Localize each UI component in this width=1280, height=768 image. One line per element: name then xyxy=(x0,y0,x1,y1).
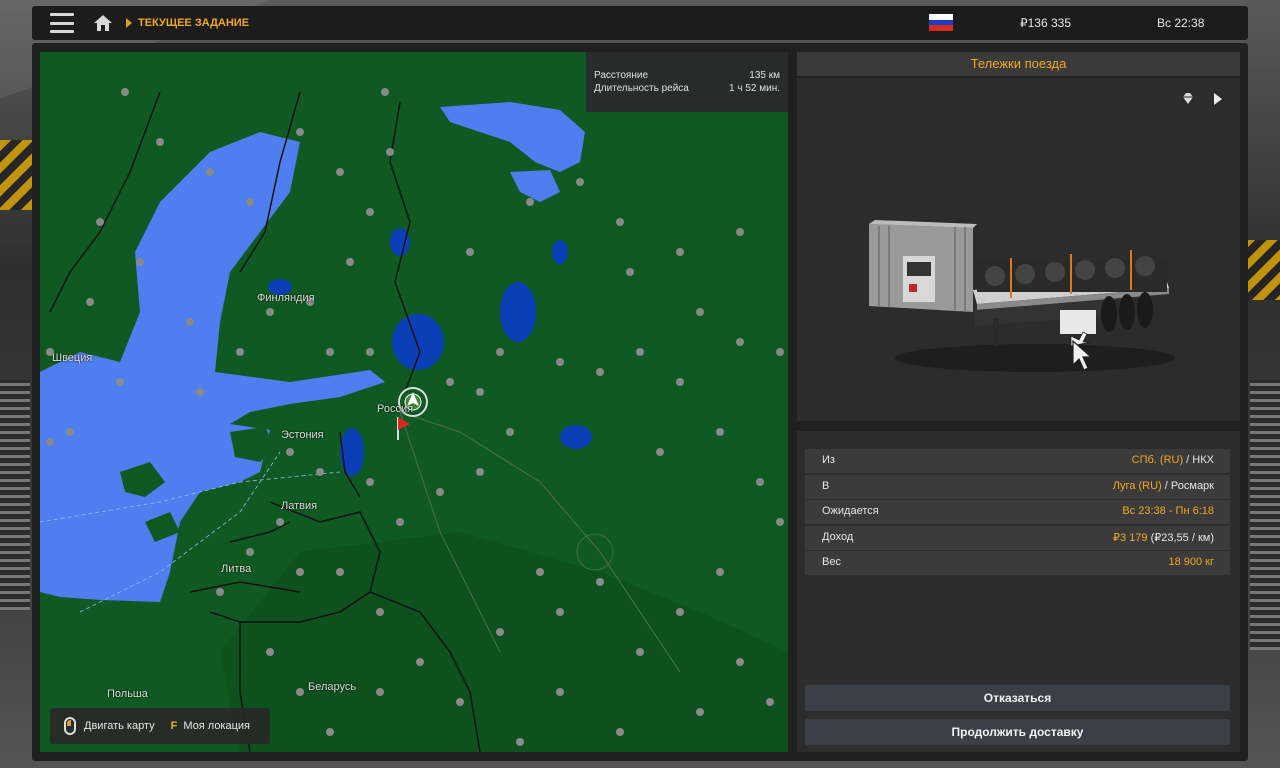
lake-ladoga xyxy=(392,314,444,370)
from-city: СПб. (RU) xyxy=(1131,454,1184,466)
from-label: Из xyxy=(822,454,835,466)
white-sea xyxy=(440,102,585,172)
breadcrumb: ТЕКУЩЕЕ ЗАДАНИЕ xyxy=(138,17,250,29)
route-map[interactable]: Финляндия Швеция Россия Эстония Латвия Л… xyxy=(40,52,788,752)
hazard-stripe-right xyxy=(1244,240,1280,300)
continue-delivery-button[interactable]: Продолжить доставку xyxy=(805,719,1230,745)
from-separator: / xyxy=(1183,454,1193,466)
play-arrow-icon[interactable] xyxy=(1213,92,1223,106)
income-amount: ₽3 179 xyxy=(1113,532,1148,544)
map-graphic xyxy=(40,88,788,752)
floor-grate-right xyxy=(1250,380,1280,650)
label-sweden: Швеция xyxy=(52,352,93,364)
trailer-image xyxy=(869,220,1175,372)
label-russia: Россия xyxy=(377,403,414,415)
detail-row-from: Из СПб. (RU) / НКХ xyxy=(805,449,1230,473)
from-value: СПб. (RU) / НКХ xyxy=(1132,454,1214,466)
my-location-button[interactable]: Моя локация xyxy=(183,720,250,732)
label-finland: Финляндия xyxy=(257,292,315,304)
mouse-cursor-icon xyxy=(1072,339,1093,371)
income-value: ₽3 179 (₽23,55 / км) xyxy=(1113,531,1214,544)
duration-value: 1 ч 52 мин. xyxy=(729,83,780,94)
floor-grate-left xyxy=(0,380,30,610)
to-label: В xyxy=(822,480,830,492)
to-company: Росмарк xyxy=(1170,480,1214,492)
to-separator: / xyxy=(1161,480,1171,492)
expected-label: Ожидается xyxy=(822,505,879,517)
map-controls-legend: Двигать карту F Моя локация xyxy=(50,708,270,744)
mouse-icon xyxy=(64,717,76,735)
weight-value: 18 900 кг xyxy=(1168,556,1214,568)
diamond-icon[interactable] xyxy=(1181,92,1195,106)
lake-onega xyxy=(500,282,536,342)
to-value: Луга (RU) / Росмарк xyxy=(1113,480,1214,492)
income-rate: (₽23,55 / км) xyxy=(1147,532,1214,544)
hamburger-icon[interactable] xyxy=(50,13,74,33)
trip-info-box: Расстояние 135 км Длительность рейса 1 ч… xyxy=(586,52,788,112)
duration-label: Длительность рейса xyxy=(594,83,689,94)
trailer-preview[interactable] xyxy=(797,78,1240,421)
key-f-hint: F xyxy=(170,720,178,732)
move-map-hint: Двигать карту xyxy=(84,720,155,732)
home-icon[interactable] xyxy=(92,12,114,34)
baltic-sea xyxy=(40,132,385,602)
label-latvia: Латвия xyxy=(281,500,318,512)
job-details: Из СПб. (RU) / НКХ В Луга (RU) / Росмарк… xyxy=(797,431,1240,752)
top-bar: ТЕКУЩЕЕ ЗАДАНИЕ ₽136 335 Вс 22:38 xyxy=(32,6,1248,40)
label-lithuania: Литва xyxy=(221,563,252,575)
detail-row-weight: Вес 18 900 кг xyxy=(805,551,1230,575)
distance-label: Расстояние xyxy=(594,70,649,81)
breadcrumb-arrow-icon xyxy=(126,18,132,28)
to-city: Луга (RU) xyxy=(1112,480,1162,492)
cargo-title: Тележки поезда xyxy=(797,52,1240,76)
russia-flag-icon xyxy=(929,14,953,32)
money-balance: ₽136 335 xyxy=(1020,16,1072,30)
lake-peipus xyxy=(340,428,364,476)
cancel-job-button[interactable]: Отказаться xyxy=(805,685,1230,711)
income-label: Доход xyxy=(822,531,854,543)
detail-row-to: В Луга (RU) / Росмарк xyxy=(805,475,1230,499)
from-company: НКХ xyxy=(1192,454,1214,466)
game-clock: Вс 22:38 xyxy=(1157,16,1205,30)
weight-label: Вес xyxy=(822,556,841,568)
label-belarus: Беларусь xyxy=(308,681,357,693)
distance-value: 135 км xyxy=(749,70,780,81)
detail-row-expected: Ожидается Вс 23:38 - Пн 6:18 xyxy=(805,500,1230,524)
label-estonia: Эстония xyxy=(281,429,324,441)
detail-row-income: Доход ₽3 179 (₽23,55 / км) xyxy=(805,526,1230,550)
label-poland: Польша xyxy=(107,688,148,700)
expected-value: Вс 23:38 - Пн 6:18 xyxy=(1122,505,1214,517)
